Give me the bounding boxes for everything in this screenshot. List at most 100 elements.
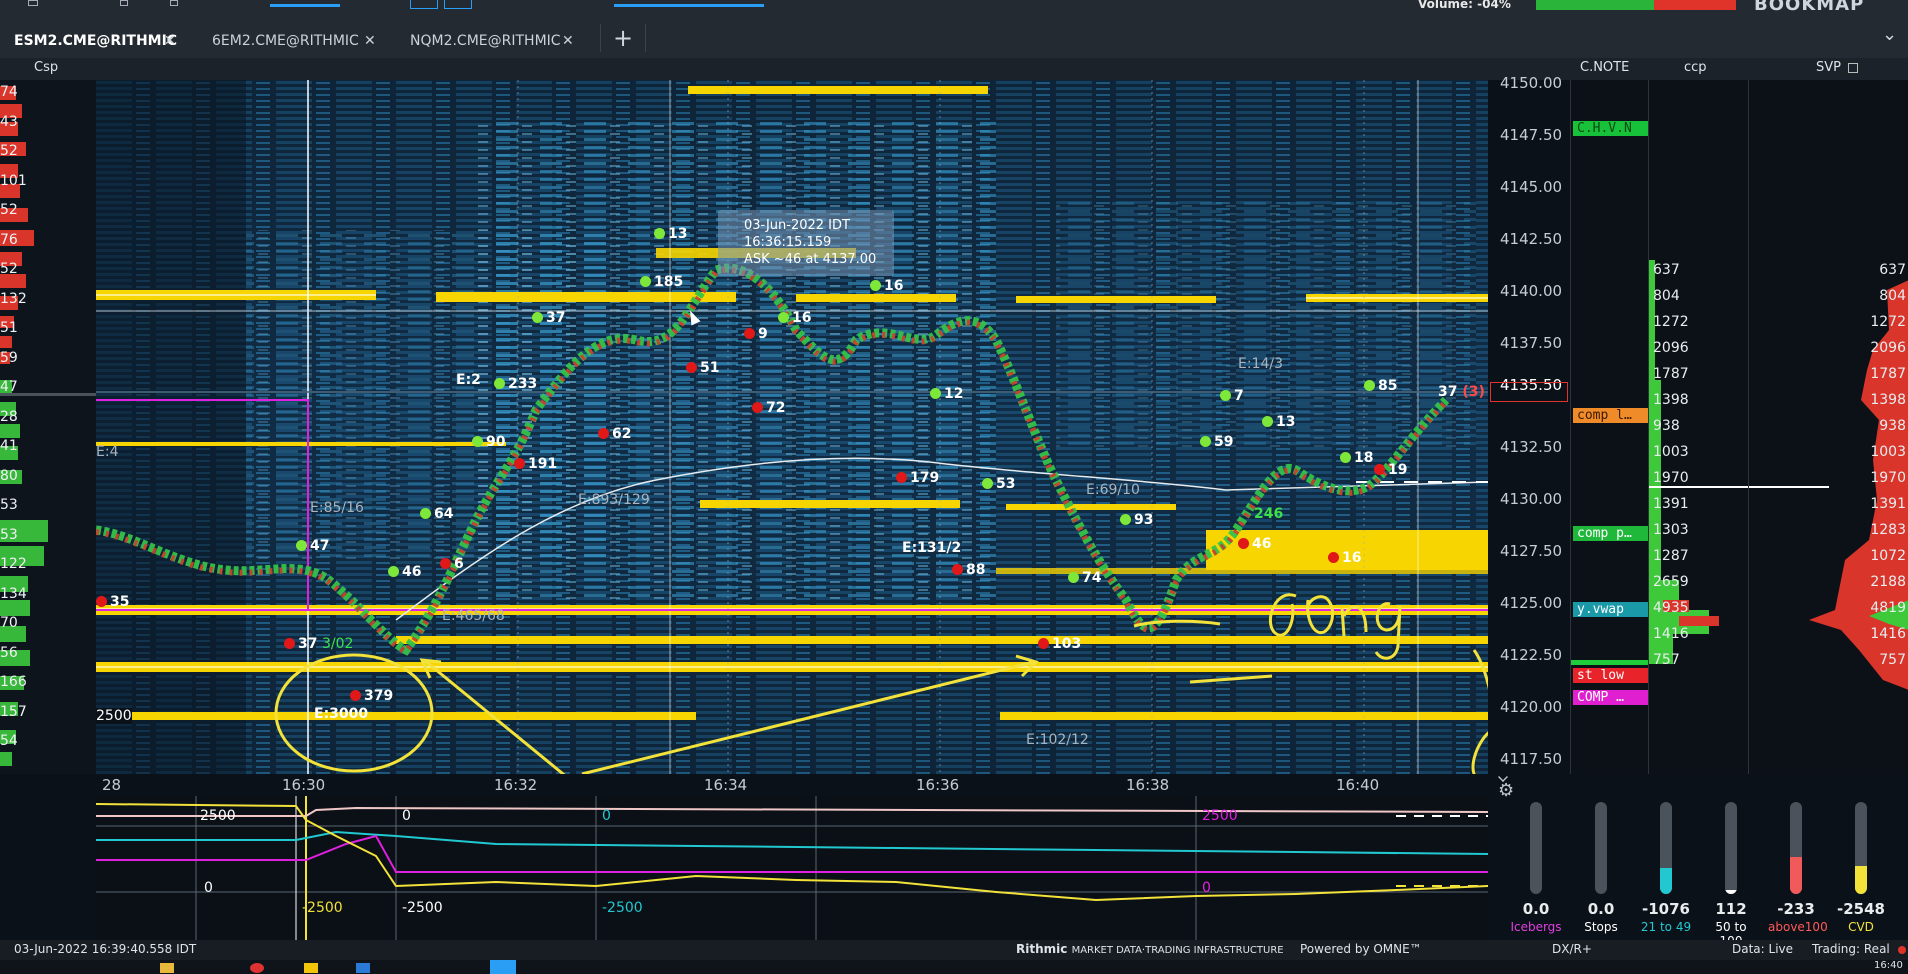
tool-icon[interactable] [170, 0, 178, 6]
order-label[interactable]: E:893/129 [578, 492, 650, 508]
close-icon[interactable]: ✕ [164, 26, 176, 56]
time-axis[interactable]: 28 16:30 16:32 16:34 16:36 16:38 16:40 [96, 774, 1488, 796]
order-label[interactable]: E:3000 [314, 706, 368, 722]
order-label[interactable]: E:465/68 [442, 608, 505, 624]
trade-marker-buy[interactable]: 246 [1254, 506, 1283, 522]
csp-value: 76 [0, 231, 18, 248]
csp-value: 157 [0, 703, 27, 720]
note-tag[interactable]: st low [1573, 668, 1649, 683]
note-tag[interactable]: comp l… [1573, 408, 1649, 423]
playback-slider[interactable] [614, 4, 764, 7]
svp-value: 1283 [1870, 522, 1906, 538]
trade-marker-buy[interactable]: 64 [420, 506, 453, 522]
trade-marker-buy[interactable]: 13 [654, 226, 687, 242]
trade-marker-sell[interactable]: 179 [896, 470, 939, 486]
note-tag[interactable]: comp p… [1573, 526, 1649, 541]
trade-marker-buy[interactable]: 13 [1262, 414, 1295, 430]
price-tick-label: 4120.00 [1500, 698, 1563, 716]
ccp-header: ccp [1684, 60, 1707, 75]
trade-marker-sell[interactable]: 191 [514, 456, 557, 472]
trade-marker-buy[interactable]: 7 [1220, 388, 1244, 404]
order-flow-widget[interactable]: -233 above100 [1768, 802, 1828, 934]
trade-marker-buy[interactable]: 12 [930, 386, 963, 402]
taskbar-app-icon[interactable] [250, 963, 264, 973]
heatmap-chart[interactable]: 13 185 16 16 37 233 90 64 47 46 12 53 93… [96, 80, 1488, 774]
order-label[interactable]: E:102/12 [1026, 732, 1089, 748]
order-label[interactable]: 2500 [96, 708, 132, 724]
toolbar-icons[interactable] [10, 0, 764, 10]
svp-settings-icon[interactable] [1848, 63, 1858, 73]
time-tick-label: 16:40 [1336, 776, 1380, 794]
trade-marker-sell[interactable]: 103 [1038, 636, 1081, 652]
ccp-value: 2659 [1653, 574, 1689, 590]
order-flow-widget[interactable]: 0.0 Icebergs [1508, 802, 1564, 934]
trade-marker-buy[interactable]: 16 [870, 278, 903, 294]
close-icon[interactable]: ✕ [562, 26, 574, 56]
tab-esm2[interactable]: ESM2.CME@RITHMIC ✕ [0, 26, 180, 65]
trade-marker-buy[interactable]: 59 [1200, 434, 1233, 450]
trade-marker-sell[interactable]: 19 [1374, 462, 1407, 478]
trade-marker-sell[interactable]: 88 [952, 562, 985, 578]
note-tag[interactable]: C.H.V.N [1573, 121, 1649, 136]
tab-nqm2[interactable]: NQM2.CME@RITHMIC ✕ [396, 26, 576, 56]
add-tab-button[interactable]: + [600, 24, 647, 52]
taskbar-app-icon[interactable] [490, 960, 516, 974]
note-tag[interactable]: y.vwap [1573, 602, 1649, 617]
order-label[interactable]: 3/02 [322, 636, 353, 652]
trade-marker-buy[interactable]: 37 [532, 310, 565, 326]
order-label[interactable]: E:131/2 [902, 540, 961, 556]
close-icon[interactable]: ✕ [364, 26, 376, 56]
trade-marker-buy[interactable]: 46 [388, 564, 421, 580]
order-flow-widget[interactable]: 11250 to 100 [1703, 802, 1759, 948]
trade-marker-sell[interactable]: 9 [744, 326, 768, 342]
current-price-box [1490, 382, 1568, 402]
trade-marker-sell[interactable]: 37 [284, 636, 317, 652]
indicator-label: -2500 [402, 900, 443, 916]
order-label[interactable]: E:2 [456, 372, 481, 388]
trade-marker-buy[interactable]: 16 [778, 310, 811, 326]
trade-marker-sell[interactable]: 16 [1328, 550, 1361, 566]
price-tick-label: 4137.50 [1500, 334, 1563, 352]
trade-marker-buy[interactable]: 185 [640, 274, 683, 290]
taskbar-app-icon[interactable] [160, 963, 174, 973]
trade-marker-buy[interactable]: 233 [494, 376, 537, 392]
trade-marker-sell[interactable]: 46 [1238, 536, 1271, 552]
note-divider [1571, 660, 1649, 665]
order-label[interactable]: E:69/10 [1086, 482, 1140, 498]
tool-icon[interactable] [120, 0, 128, 6]
order-label[interactable]: E:85/16 [310, 500, 364, 516]
trade-marker-sell[interactable]: 51 [686, 360, 719, 376]
order-flow-widget[interactable]: -1076 21 to 49 [1638, 802, 1694, 934]
settings-gear-icon[interactable]: ⚙ [1498, 780, 1514, 801]
chevron-down-icon[interactable]: ⌄ [1882, 24, 1897, 45]
trade-marker-buy[interactable]: 93 [1120, 512, 1153, 528]
indicator-panel[interactable]: 2500 0 0 0 2500 0 -2500 -2500 -2500 [96, 796, 1488, 940]
trade-marker-sell[interactable]: 379 [350, 688, 393, 704]
order-label[interactable]: E:4 [96, 444, 118, 460]
note-tag[interactable]: COMP … [1573, 690, 1649, 705]
tool-icon[interactable] [410, 0, 438, 9]
order-label[interactable]: E:14/3 [1238, 356, 1283, 372]
trade-marker-sell[interactable]: 72 [752, 400, 785, 416]
taskbar-app-icon[interactable] [356, 963, 370, 973]
price-axis[interactable]: 4150.00 4147.50 4145.00 4142.50 4140.00 4137.… [1488, 74, 1570, 774]
trade-marker-buy[interactable]: 90 [472, 434, 505, 450]
tool-icon[interactable] [28, 0, 38, 6]
trade-marker-buy[interactable]: 47 [296, 538, 329, 554]
trade-marker-sell[interactable]: 35 [96, 594, 129, 610]
order-flow-widget[interactable]: -2548 CVD [1833, 802, 1889, 934]
trade-marker-sell[interactable]: 62 [598, 426, 631, 442]
current-trade-size-value: 37 [1438, 384, 1458, 400]
trade-marker-buy[interactable]: 18 [1340, 450, 1373, 466]
order-flow-widget[interactable]: 0.0 Stops [1573, 802, 1629, 934]
zoom-slider[interactable] [270, 4, 340, 7]
trade-marker-sell[interactable]: 6 [440, 556, 464, 572]
current-trade-count: (3) [1462, 384, 1485, 400]
trade-marker-buy[interactable]: 74 [1068, 570, 1101, 586]
taskbar-app-icon[interactable] [304, 963, 318, 973]
trade-marker-buy[interactable]: 85 [1364, 378, 1397, 394]
trade-marker-buy[interactable]: 53 [982, 476, 1015, 492]
svp-value: 757 [1879, 652, 1906, 668]
tab-6em2[interactable]: 6EM2.CME@RITHMIC ✕ [198, 26, 378, 56]
tool-icon[interactable] [444, 0, 472, 9]
